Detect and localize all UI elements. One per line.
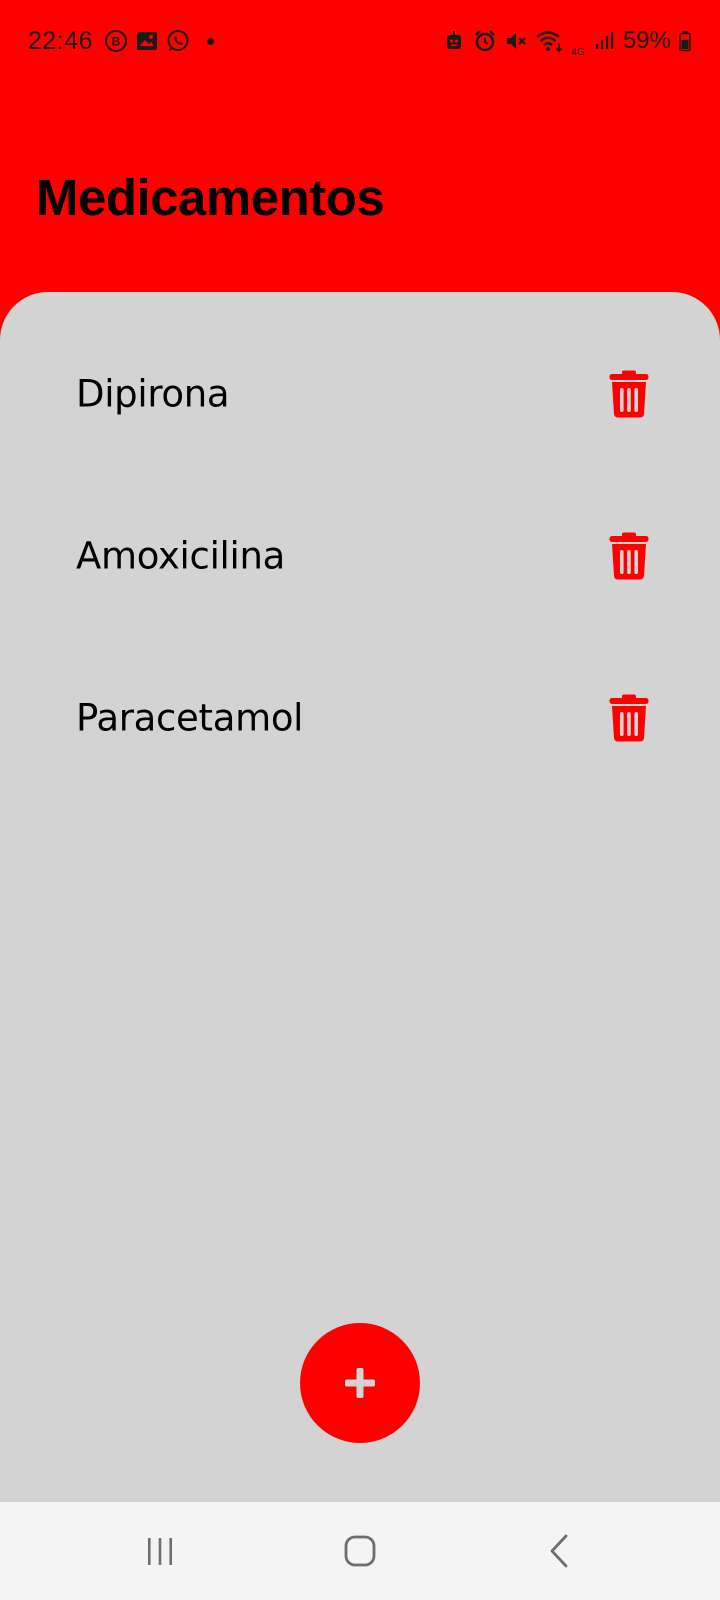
delete-button[interactable] [604,367,654,421]
notification-dot [207,37,215,45]
home-icon [344,1535,376,1567]
trash-icon [609,694,649,742]
page-title: Medicamentos [36,169,385,226]
recent-apps-button[interactable] [120,1511,200,1591]
gallery-icon [135,29,159,53]
robot-icon [442,29,466,53]
add-medication-button[interactable] [300,1323,420,1443]
status-bar-right: 4G 59% [442,25,692,58]
plus-icon [345,1368,375,1398]
list-item: Dipirona [0,354,720,434]
medication-name: Amoxicilina [76,534,286,578]
svg-text:B: B [112,35,121,49]
b-circle-icon: B [104,29,128,53]
delete-button[interactable] [604,691,654,745]
medication-name: Dipirona [76,372,230,416]
trash-icon [609,370,649,418]
recent-apps-icon [148,1538,172,1565]
content-panel: Dipirona Amoxicilina Paracetamol [0,292,720,1502]
list-item: Paracetamol [0,678,720,758]
status-time: 22:46 [28,26,94,55]
home-button[interactable] [320,1511,400,1591]
battery-icon [678,29,692,53]
trash-icon [609,532,649,580]
signal-icon [592,29,616,53]
alarm-icon [473,29,497,53]
back-button[interactable] [520,1511,600,1591]
back-icon [550,1534,568,1568]
wifi-icon [535,29,565,53]
list-item: Amoxicilina [0,516,720,596]
network-type: 4G [571,46,585,58]
delete-button[interactable] [604,529,654,583]
status-bar-left: 22:46 B [28,26,215,56]
whatsapp-icon [166,29,190,53]
status-bar: 22:46 B 4G 59% [0,0,720,82]
mute-icon [504,29,528,53]
navigation-bar [0,1502,720,1600]
medication-name: Paracetamol [76,696,304,740]
battery-percent: 59% [622,27,671,54]
